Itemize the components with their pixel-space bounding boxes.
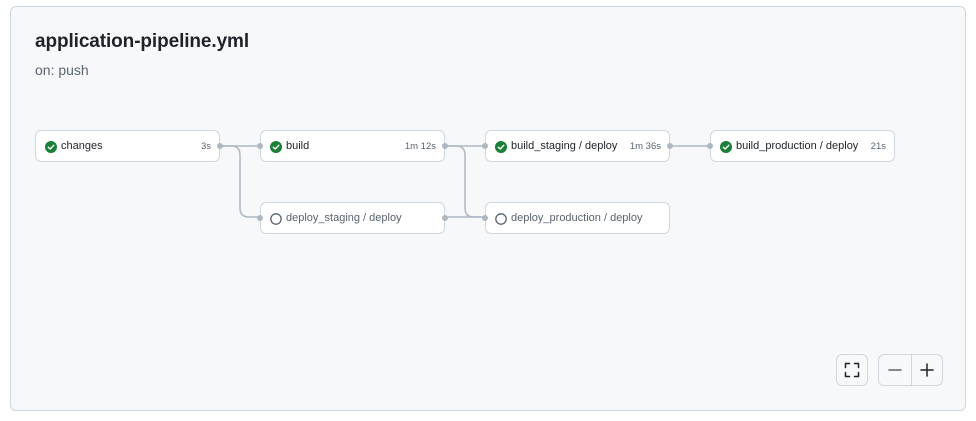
input-port xyxy=(482,143,488,149)
workflow-graph-panel: application-pipeline.yml on: push change… xyxy=(10,6,966,411)
check-circle-icon xyxy=(720,141,732,153)
output-port xyxy=(667,143,673,149)
job-name: changes xyxy=(61,140,103,152)
job-duration: 21s xyxy=(870,141,886,152)
input-port xyxy=(482,215,488,221)
workflow-trigger: on: push xyxy=(35,62,89,78)
job-deploy-staging[interactable]: deploy_staging / deploy xyxy=(257,202,448,234)
output-port xyxy=(217,143,223,149)
zoom-in-button[interactable] xyxy=(912,355,942,385)
edge-build-deploy-production xyxy=(445,145,486,218)
job-build-production[interactable]: build_production / deploy 21s xyxy=(707,130,895,162)
job-build-staging[interactable]: build_staging / deploy 1m 36s xyxy=(482,130,673,162)
minus-icon xyxy=(888,369,902,371)
fullscreen-button[interactable] xyxy=(836,354,868,386)
check-circle-icon xyxy=(495,141,507,153)
pending-circle-icon xyxy=(495,213,507,225)
output-port xyxy=(442,143,448,149)
job-changes[interactable]: changes 3s xyxy=(35,130,223,162)
job-name: deploy_production / deploy xyxy=(511,212,643,224)
pending-circle-icon xyxy=(270,213,282,225)
workflow-title: application-pipeline.yml xyxy=(35,31,250,52)
input-port xyxy=(257,215,263,221)
job-duration: 3s xyxy=(200,141,211,152)
fullscreen-icon xyxy=(844,362,860,378)
job-duration: 1m 12s xyxy=(404,141,436,152)
input-port xyxy=(257,143,263,149)
job-deploy-production[interactable]: deploy_production / deploy xyxy=(482,202,670,234)
check-circle-icon xyxy=(45,141,57,153)
job-duration: 1m 36s xyxy=(629,141,661,152)
job-build[interactable]: build 1m 12s xyxy=(257,130,448,162)
job-name: build_staging / deploy xyxy=(511,140,618,152)
edge-changes-deploy-staging xyxy=(220,145,261,218)
job-name: build xyxy=(286,140,310,152)
plus-icon xyxy=(920,363,934,377)
job-name: deploy_staging / deploy xyxy=(286,212,402,224)
zoom-out-button[interactable] xyxy=(879,355,911,385)
job-name: build_production / deploy xyxy=(736,140,859,152)
output-port xyxy=(442,215,448,221)
check-circle-icon xyxy=(270,141,282,153)
zoom-controls xyxy=(878,354,943,386)
input-port xyxy=(707,143,713,149)
